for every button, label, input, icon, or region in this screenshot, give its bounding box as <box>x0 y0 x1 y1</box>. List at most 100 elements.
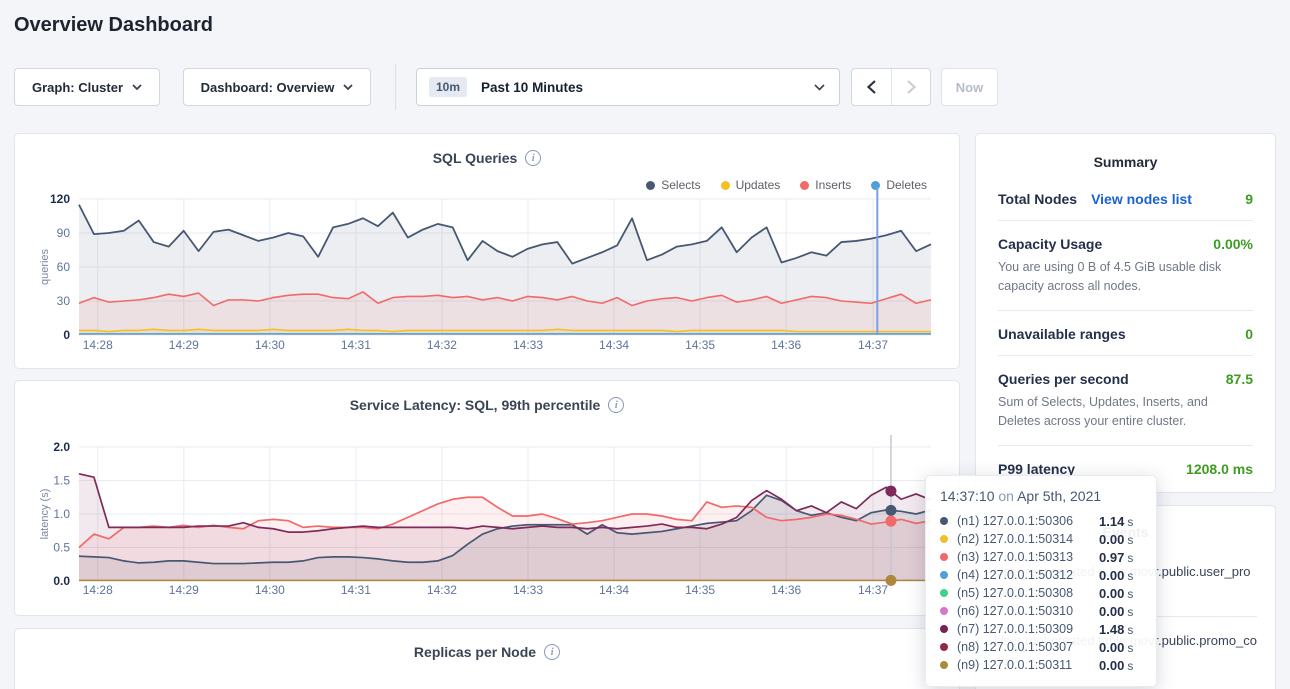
x-tick-label: 14:37 <box>858 338 888 352</box>
time-forward-button[interactable] <box>891 69 930 105</box>
tooltip-node-value: 1.14s <box>1099 514 1133 529</box>
x-tick-label: 14:34 <box>599 583 629 597</box>
tooltip-row: (n7) 127.0.0.1:503091.48s <box>940 620 1142 638</box>
toolbar-divider <box>395 64 396 110</box>
summary-row-line: Total Nodes View nodes list 9 <box>998 191 1253 207</box>
tooltip-node-value: 1.48s <box>1099 622 1133 637</box>
tooltip-node-value: 0.00s <box>1099 586 1133 601</box>
summary-panel: Summary Total Nodes View nodes list 9 Capac… <box>975 133 1276 493</box>
x-tick-label: 14:33 <box>513 338 543 352</box>
tooltip-row: (n9) 127.0.0.1:503110.00s <box>940 656 1142 674</box>
x-tick-label: 14:31 <box>341 583 371 597</box>
tooltip-row: (n3) 127.0.0.1:503130.97s <box>940 548 1142 566</box>
node-color-dot-icon <box>940 571 948 579</box>
summary-label: Total Nodes <box>998 191 1077 207</box>
tooltip-row: (n6) 127.0.0.1:503100.00s <box>940 602 1142 620</box>
y-tick-label: 0.5 <box>53 541 70 555</box>
node-color-dot-icon <box>940 589 948 597</box>
tooltip-node-unit: s <box>1127 551 1133 565</box>
y-tick-label: 0 <box>63 328 70 342</box>
tooltip-node-name: (n8) 127.0.0.1:50307 <box>957 640 1099 654</box>
summary-title: Summary <box>976 134 1275 170</box>
time-range-badge: 10m <box>429 77 467 97</box>
y-tick-label: 0.0 <box>53 574 70 588</box>
hover-dot-n1 <box>885 505 896 516</box>
x-tick-label: 14:32 <box>427 583 457 597</box>
y-tick-label: 90 <box>57 226 71 240</box>
hover-dot-n3 <box>885 516 896 527</box>
chevron-left-icon <box>867 80 876 94</box>
service-latency-chart-card: Service Latency: SQL, 99th percentile i … <box>14 380 960 616</box>
x-tick-label: 14:31 <box>341 338 371 352</box>
dashboard-dropdown[interactable]: Dashboard: Overview <box>183 68 371 106</box>
chevron-down-icon <box>814 84 825 91</box>
sql-queries-plot[interactable]: 030609012014:2814:2914:3014:3114:3214:33… <box>15 134 961 370</box>
tooltip-node-unit: s <box>1127 515 1133 529</box>
x-tick-label: 14:29 <box>169 338 199 352</box>
summary-value: 0.00% <box>1213 236 1253 252</box>
summary-description: Sum of Selects, Updates, Inserts, and De… <box>998 393 1253 432</box>
tooltip-row: (n4) 127.0.0.1:503120.00s <box>940 566 1142 584</box>
x-tick-label: 14:35 <box>685 583 715 597</box>
chevron-down-icon <box>132 84 142 90</box>
tooltip-node-name: (n9) 127.0.0.1:50311 <box>957 658 1099 672</box>
tooltip-node-name: (n2) 127.0.0.1:50314 <box>957 532 1099 546</box>
node-color-dot-icon <box>940 625 948 633</box>
node-color-dot-icon <box>940 643 948 651</box>
node-color-dot-icon <box>940 535 948 543</box>
tooltip-node-name: (n1) 127.0.0.1:50306 <box>957 514 1099 528</box>
summary-row-line: Capacity Usage 0.00% <box>998 236 1253 252</box>
summary-row: Queries per second87.5Sum of Selects, Up… <box>998 356 1253 446</box>
node-color-dot-icon <box>940 661 948 669</box>
node-color-dot-icon <box>940 607 948 615</box>
summary-label: Capacity Usage <box>998 236 1102 252</box>
tooltip-node-name: (n3) 127.0.0.1:50313 <box>957 550 1099 564</box>
page-title: Overview Dashboard <box>14 14 213 37</box>
tooltip-node-unit: s <box>1127 659 1133 673</box>
x-tick-label: 14:37 <box>858 583 888 597</box>
time-step-buttons <box>851 68 931 106</box>
tooltip-node-unit: s <box>1127 605 1133 619</box>
tooltip-timestamp: 14:37:10 on Apr 5th, 2021 <box>940 488 1142 504</box>
tooltip-node-value: 0.97s <box>1099 550 1133 565</box>
tooltip-row: (n5) 127.0.0.1:503080.00s <box>940 584 1142 602</box>
tooltip-row: (n1) 127.0.0.1:503061.14s <box>940 512 1142 530</box>
service-latency-plot[interactable]: 0.00.51.01.52.014:2814:2914:3014:3114:32… <box>15 381 961 617</box>
time-range-selector[interactable]: 10m Past 10 Minutes <box>416 68 840 106</box>
tooltip-node-name: (n5) 127.0.0.1:50308 <box>957 586 1099 600</box>
time-back-button[interactable] <box>852 69 891 105</box>
tooltip-node-unit: s <box>1127 641 1133 655</box>
summary-row-line: Unavailable ranges0 <box>998 326 1253 342</box>
y-tick-label: 60 <box>57 260 71 274</box>
replicas-per-node-chart-card: Replicas per Node i <box>14 628 960 689</box>
summary-label: Queries per second <box>998 371 1129 387</box>
tooltip-node-name: (n6) 127.0.0.1:50310 <box>957 604 1099 618</box>
x-tick-label: 14:36 <box>771 583 801 597</box>
tooltip-node-value: 0.00s <box>1099 658 1133 673</box>
x-tick-label: 14:28 <box>83 338 113 352</box>
graph-dropdown[interactable]: Graph: Cluster <box>14 68 160 106</box>
y-tick-label: 2.0 <box>53 440 70 454</box>
tooltip-node-name: (n7) 127.0.0.1:50309 <box>957 622 1099 636</box>
tooltip-row: (n2) 127.0.0.1:503140.00s <box>940 530 1142 548</box>
y-tick-label: 120 <box>50 192 70 206</box>
summary-value: 9 <box>1245 191 1253 207</box>
x-tick-label: 14:29 <box>169 583 199 597</box>
tooltip-node-unit: s <box>1127 623 1133 637</box>
tooltip-node-unit: s <box>1127 569 1133 583</box>
summary-label: Unavailable ranges <box>998 326 1126 342</box>
dashboard-dropdown-label: Dashboard: Overview <box>201 80 335 95</box>
tooltip-node-rows: (n1) 127.0.0.1:503061.14s(n2) 127.0.0.1:… <box>940 512 1142 674</box>
now-button[interactable]: Now <box>941 68 998 106</box>
chevron-right-icon <box>907 80 916 94</box>
hover-dot-n7 <box>885 486 896 497</box>
chart-title: Replicas per Node <box>414 644 536 660</box>
tooltip-node-name: (n4) 127.0.0.1:50312 <box>957 568 1099 582</box>
view-nodes-link[interactable]: View nodes list <box>1091 191 1192 207</box>
info-icon[interactable]: i <box>544 644 560 660</box>
summary-rows: Total Nodes View nodes list 9 Capacity Usag… <box>976 170 1275 490</box>
summary-row: Total Nodes View nodes list 9 <box>998 176 1253 221</box>
summary-description: You are using 0 B of 4.5 GiB usable disk… <box>998 258 1253 297</box>
graph-dropdown-label: Graph: Cluster <box>32 80 123 95</box>
summary-value: 1208.0 ms <box>1186 461 1253 477</box>
